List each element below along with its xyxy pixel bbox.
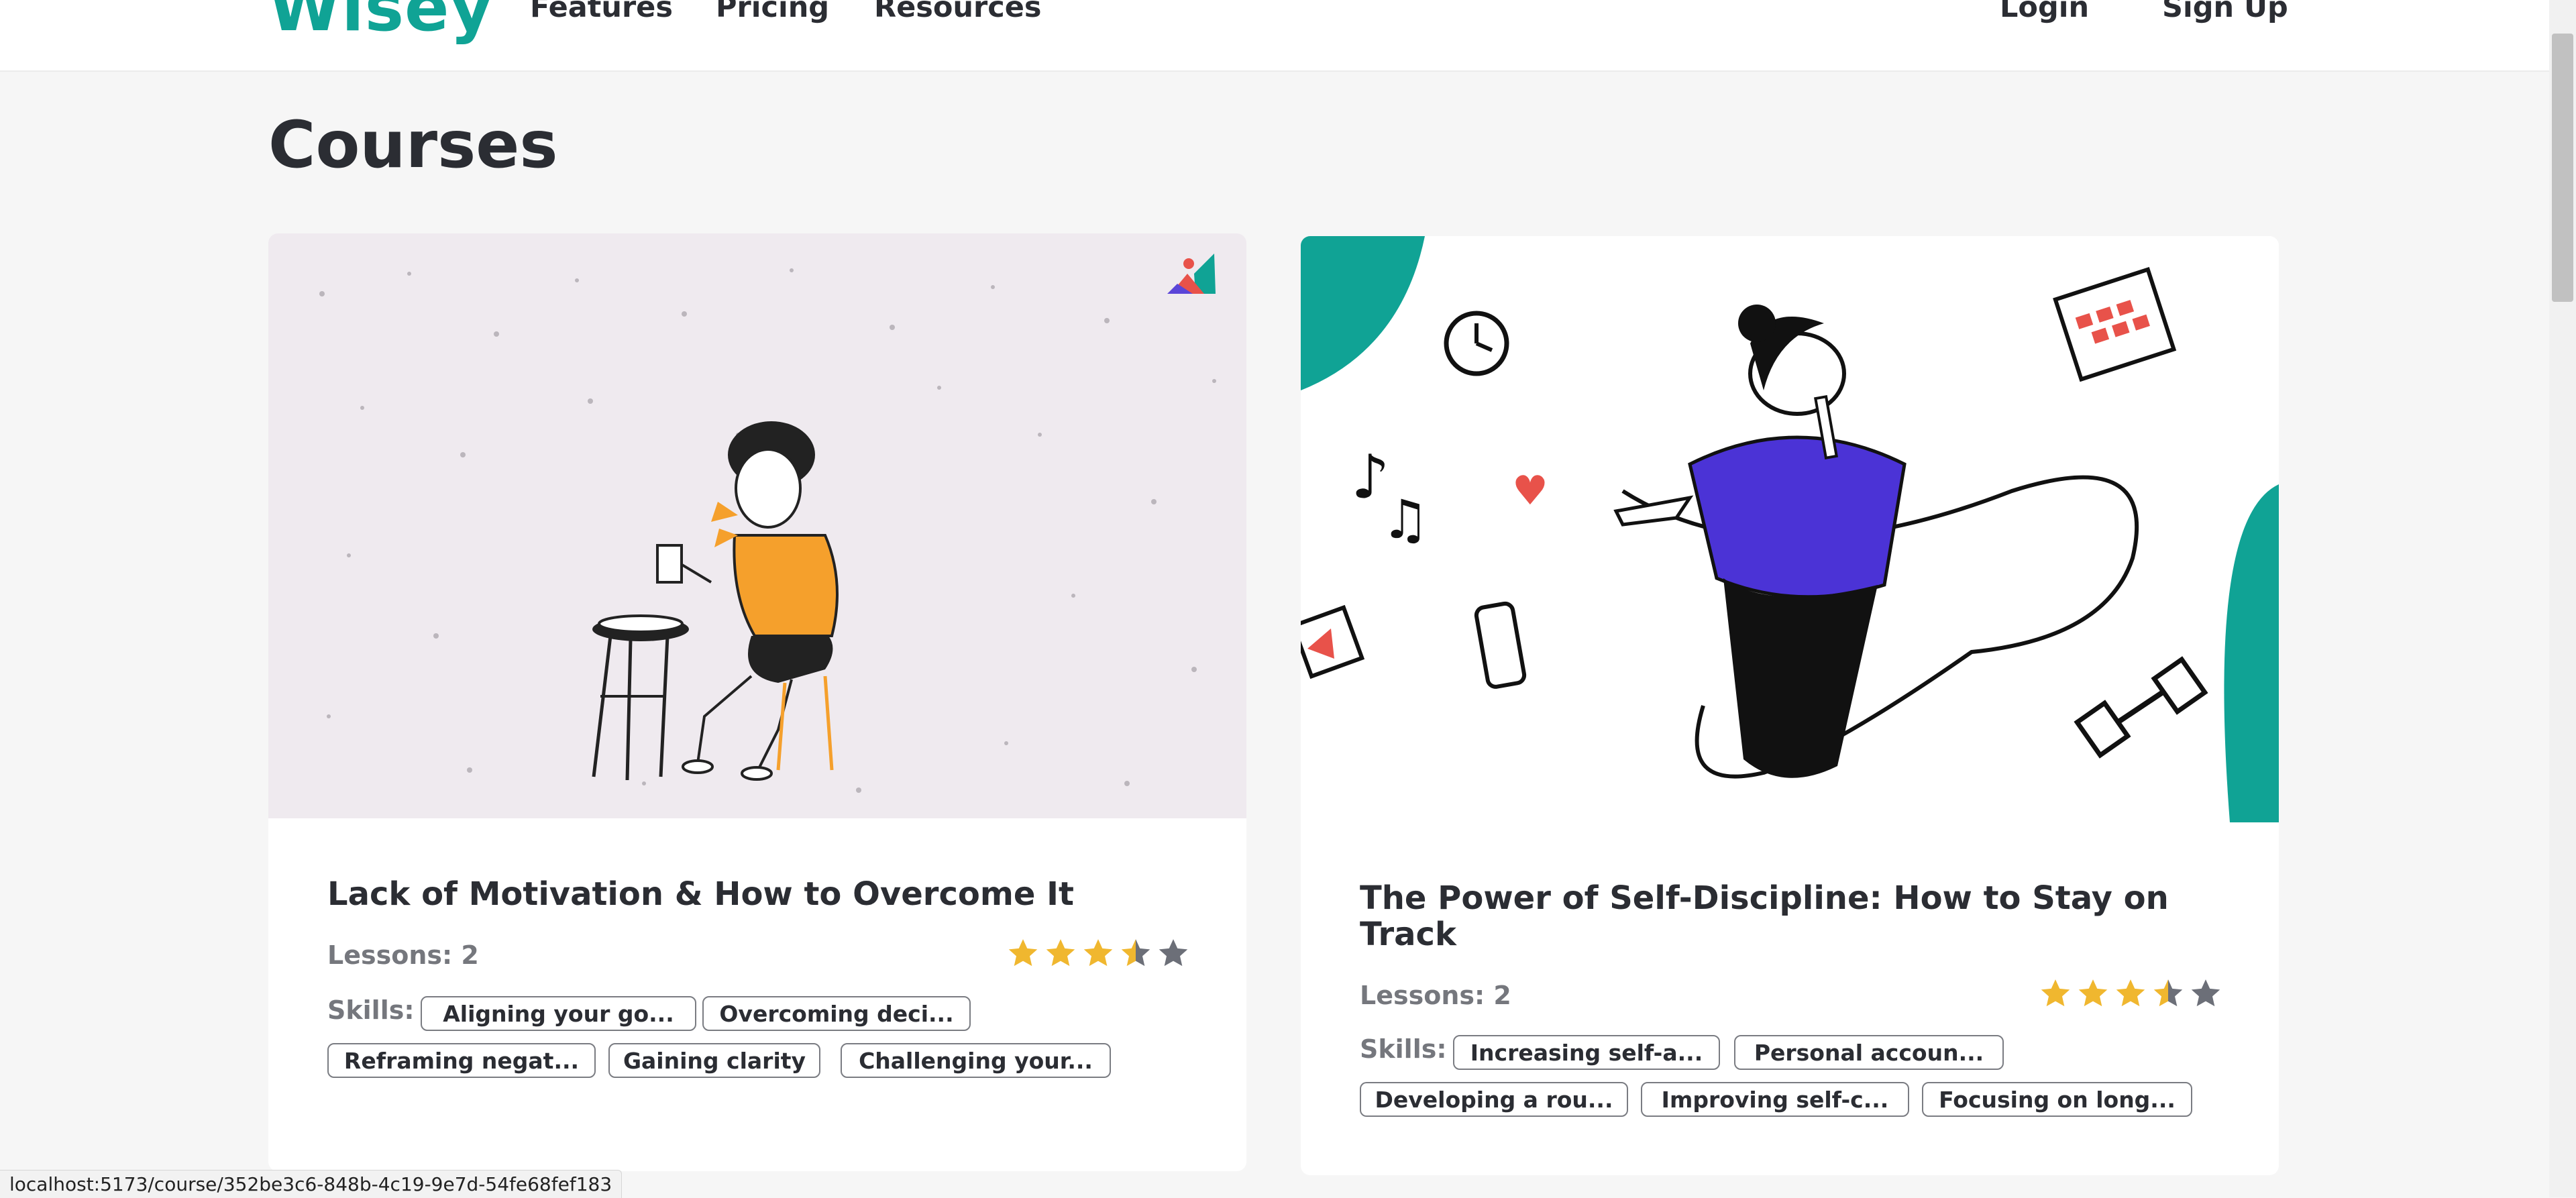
brand-logo[interactable]: Wisey xyxy=(268,0,493,46)
course-title[interactable]: Lack of Motivation & How to Overcome It xyxy=(327,876,1166,912)
skill-chip[interactable]: Focusing on long... xyxy=(1922,1082,2192,1117)
star-filled-icon xyxy=(1046,939,1075,967)
page-title: Courses xyxy=(268,107,558,182)
vertical-scrollbar[interactable] xyxy=(2549,0,2576,1197)
login-link[interactable]: Login xyxy=(2000,0,2089,24)
star-empty-icon xyxy=(1159,939,1188,967)
svg-text:♥: ♥ xyxy=(1512,468,1548,514)
nav-resources-link[interactable]: Resources xyxy=(874,0,1041,24)
skills-label: Skills: xyxy=(327,995,415,1025)
skill-chip[interactable]: Reframing negat... xyxy=(327,1043,596,1078)
course-illustration-motivation xyxy=(268,233,1246,818)
skill-chip[interactable]: Personal accoun... xyxy=(1734,1035,2004,1070)
link-status-url: localhost:5173/course/352be3c6-848b-4c19… xyxy=(0,1170,623,1198)
rating-stars xyxy=(1006,936,1190,970)
star-filled-icon xyxy=(2041,979,2070,1007)
lessons-count: Lessons: 2 xyxy=(1360,981,1511,1010)
top-nav-bar: Wisey Features Pricing Resources Login S… xyxy=(0,0,2549,72)
star-filled-icon xyxy=(2116,979,2145,1007)
lessons-count: Lessons: 2 xyxy=(327,940,479,970)
svg-text:♫: ♫ xyxy=(1381,488,1430,551)
skill-chip[interactable]: Developing a rou... xyxy=(1360,1082,1628,1117)
star-filled-icon xyxy=(2078,979,2108,1007)
skill-chip[interactable]: Overcoming deci... xyxy=(702,996,971,1031)
skills-label: Skills: xyxy=(1360,1034,1447,1064)
skill-chip[interactable]: Aligning your go... xyxy=(421,996,696,1031)
nav-features-link[interactable]: Features xyxy=(530,0,673,24)
skill-chip[interactable]: Increasing self-a... xyxy=(1453,1035,1720,1070)
course-card-motivation[interactable]: Lack of Motivation & How to Overcome It … xyxy=(268,233,1246,1171)
skill-chip[interactable]: Gaining clarity xyxy=(608,1043,820,1078)
star-filled-icon xyxy=(1083,939,1113,967)
skill-chip[interactable]: Improving self-c... xyxy=(1641,1082,1909,1117)
scrollbar-thumb[interactable] xyxy=(2552,34,2573,302)
star-half-icon xyxy=(1121,939,1150,967)
star-empty-icon xyxy=(2191,979,2220,1007)
signup-link[interactable]: Sign Up xyxy=(2162,0,2288,24)
rating-stars xyxy=(2039,977,2222,1010)
skill-chip[interactable]: Challenging your... xyxy=(841,1043,1111,1078)
course-illustration-self-discipline: ♪ ♫ ♥ xyxy=(1301,236,2279,822)
course-card-self-discipline[interactable]: ♪ ♫ ♥ The Power of Self-Discipline: How … xyxy=(1301,236,2279,1175)
course-title[interactable]: The Power of Self-Discipline: How to Sta… xyxy=(1360,880,2198,952)
star-half-icon xyxy=(2153,979,2183,1007)
star-filled-icon xyxy=(1008,939,1038,967)
nav-pricing-link[interactable]: Pricing xyxy=(716,0,829,24)
